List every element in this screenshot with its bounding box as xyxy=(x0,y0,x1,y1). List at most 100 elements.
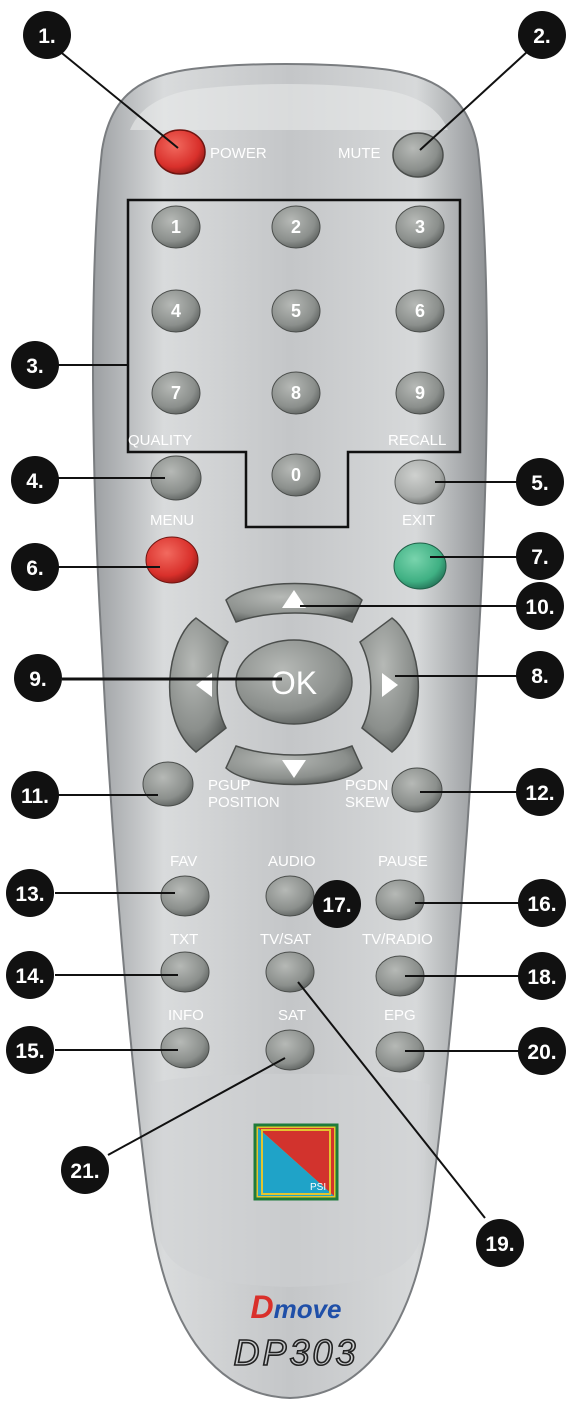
digit-button-4[interactable]: 4 xyxy=(151,289,201,333)
callout-6: 6. xyxy=(11,543,59,591)
digit-label: 8 xyxy=(291,383,301,403)
callout-label: 15. xyxy=(15,1040,44,1063)
power-label: POWER xyxy=(210,145,267,162)
callout-21: 21. xyxy=(61,1146,109,1194)
callout-label: 6. xyxy=(26,557,44,580)
info-label: INFO xyxy=(168,1007,204,1024)
callout-label: 2. xyxy=(533,25,551,48)
tvsat-button[interactable] xyxy=(265,951,315,993)
callout-label: 3. xyxy=(26,355,44,378)
callout-7: 7. xyxy=(516,532,564,580)
callout-11: 11. xyxy=(11,771,59,819)
callout-4: 4. xyxy=(11,456,59,504)
callout-label: 12. xyxy=(525,782,554,805)
callout-label: 9. xyxy=(29,668,47,691)
callout-13: 13. xyxy=(6,869,54,917)
pause-button[interactable] xyxy=(375,879,425,921)
digit-label: 0 xyxy=(291,465,301,485)
digit-label: 9 xyxy=(415,383,425,403)
psi-logo: PSI xyxy=(253,1123,339,1201)
tvradio-label: TV/RADIO xyxy=(362,931,433,948)
digit-button-5[interactable]: 5 xyxy=(271,289,321,333)
digit-label: 1 xyxy=(171,217,181,237)
audio-button[interactable] xyxy=(265,875,315,917)
pause-label: PAUSE xyxy=(378,853,428,870)
callout-8: 8. xyxy=(516,651,564,699)
digit-label: 3 xyxy=(415,217,425,237)
callout-label: 5. xyxy=(531,472,549,495)
digit-label: 5 xyxy=(291,301,301,321)
brand-name: Dmove xyxy=(250,1289,341,1325)
callout-label: 19. xyxy=(485,1233,514,1256)
tvsat-label: TV/SAT xyxy=(260,931,311,948)
callout-label: 13. xyxy=(15,883,44,906)
digit-button-2[interactable]: 2 xyxy=(271,205,321,249)
fav-label: FAV xyxy=(170,853,197,870)
epg-label: EPG xyxy=(384,1007,416,1024)
mute-label: MUTE xyxy=(338,145,381,162)
digit-button-0[interactable]: 0 xyxy=(271,453,321,497)
callout-label: 14. xyxy=(15,965,44,988)
digit-label: 7 xyxy=(171,383,181,403)
pgdn-label: PGDN xyxy=(345,777,388,794)
callout-15: 15. xyxy=(6,1026,54,1074)
callout-label: 11. xyxy=(21,785,49,808)
callout-label: 10. xyxy=(525,596,554,619)
callout-2: 2. xyxy=(518,11,566,59)
callout-18: 18. xyxy=(518,952,566,1000)
skew-label: SKEW xyxy=(345,794,390,811)
callout-label: 8. xyxy=(531,665,549,688)
callout-5: 5. xyxy=(516,458,564,506)
position-label: POSITION xyxy=(208,794,280,811)
digit-button-3[interactable]: 3 xyxy=(395,205,445,249)
brand-rest: move xyxy=(274,1294,342,1324)
pgup-label: PGUP xyxy=(208,777,251,794)
callout-10: 10. xyxy=(516,582,564,630)
menu-label: MENU xyxy=(150,512,194,529)
digit-label: 2 xyxy=(291,217,301,237)
callout-1: 1. xyxy=(23,11,71,59)
callout-14: 14. xyxy=(6,951,54,999)
txt-button[interactable] xyxy=(160,951,210,993)
exit-button[interactable] xyxy=(393,542,447,590)
audio-label: AUDIO xyxy=(268,853,316,870)
fav-button[interactable] xyxy=(160,875,210,917)
callout-label: 16. xyxy=(527,893,556,916)
pgup-button[interactable] xyxy=(142,761,194,807)
callout-20: 20. xyxy=(518,1027,566,1075)
callout-label: 21. xyxy=(70,1160,99,1183)
mute-button[interactable] xyxy=(392,132,444,178)
psi-logo-text: PSI xyxy=(310,1182,326,1193)
callout-12: 12. xyxy=(516,768,564,816)
ok-button[interactable]: OK xyxy=(235,639,353,725)
digit-label: 4 xyxy=(171,301,181,321)
info-button[interactable] xyxy=(160,1027,210,1069)
digit-button-7[interactable]: 7 xyxy=(151,371,201,415)
digit-button-1[interactable]: 1 xyxy=(151,205,201,249)
remote-diagram: POWER MUTE 1 2 3 4 5 6 7 8 9 0 QUALITY R… xyxy=(6,11,566,1400)
recall-label: RECALL xyxy=(388,432,446,449)
menu-button[interactable] xyxy=(145,536,199,584)
callout-16: 16. xyxy=(518,879,566,927)
callout-19: 19. xyxy=(476,1219,524,1267)
callout-9: 9. xyxy=(14,654,62,702)
callout-3: 3. xyxy=(11,341,59,389)
txt-label: TXT xyxy=(170,931,198,948)
quality-label: QUALITY xyxy=(128,432,192,449)
callout-label: 7. xyxy=(531,546,549,569)
callout-label: 18. xyxy=(527,966,556,989)
callout-17: 17. xyxy=(313,880,361,928)
digit-button-6[interactable]: 6 xyxy=(395,289,445,333)
sat-label: SAT xyxy=(278,1007,306,1024)
callout-label: 20. xyxy=(527,1041,556,1064)
brand-initial: D xyxy=(250,1289,273,1325)
callout-label: 4. xyxy=(26,470,44,493)
digit-button-8[interactable]: 8 xyxy=(271,371,321,415)
callout-label: 17. xyxy=(322,894,351,917)
model-name: DP303 xyxy=(233,1332,358,1373)
digit-label: 6 xyxy=(415,301,425,321)
pgdn-button[interactable] xyxy=(391,767,443,813)
callout-label: 1. xyxy=(38,25,56,48)
ok-label: OK xyxy=(271,665,317,701)
digit-button-9[interactable]: 9 xyxy=(395,371,445,415)
